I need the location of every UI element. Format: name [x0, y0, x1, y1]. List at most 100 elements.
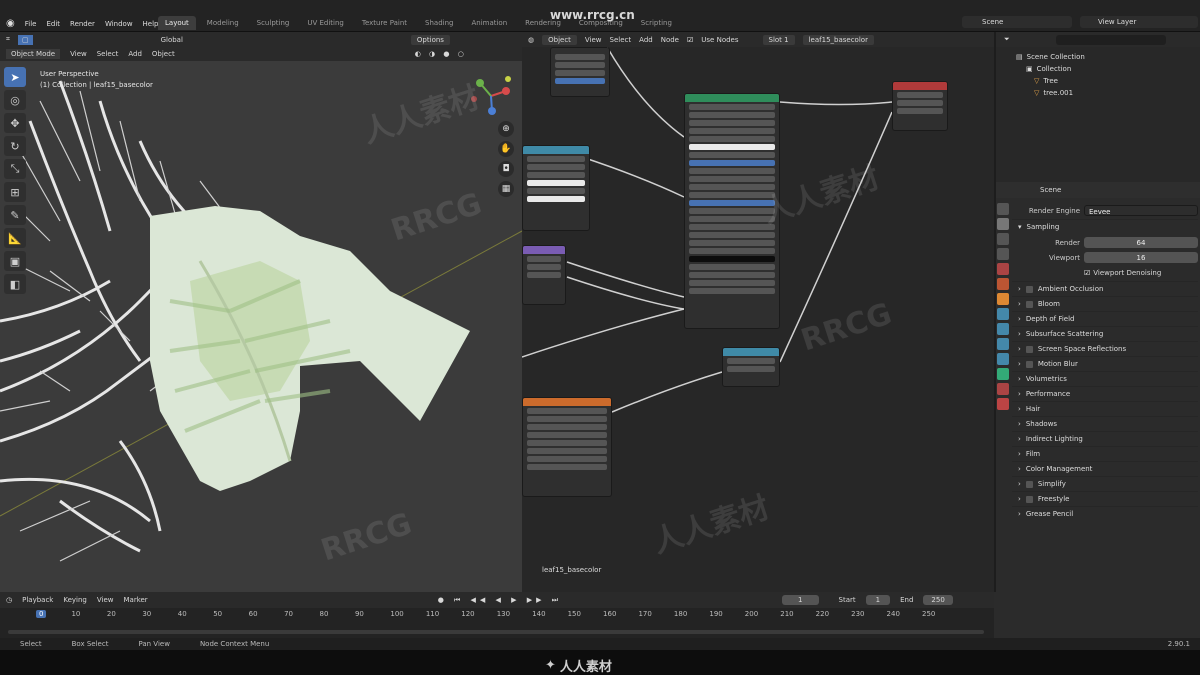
viewport-menu-object[interactable]: Object — [152, 50, 175, 58]
section-checkbox[interactable] — [1025, 480, 1033, 488]
output-tab-icon[interactable] — [997, 233, 1009, 245]
viewport-samples-field[interactable]: 16 — [1084, 252, 1198, 263]
view-layer-selector[interactable]: View Layer — [1080, 16, 1198, 28]
node-menu-select[interactable]: Select — [610, 36, 632, 44]
section-checkbox[interactable] — [1025, 300, 1033, 308]
timeline-scrollbar[interactable] — [8, 630, 984, 634]
render-section[interactable]: › Motion Blur — [1012, 356, 1198, 371]
render-section[interactable]: › Grease Pencil — [1012, 506, 1198, 521]
node-color-ramp[interactable] — [522, 145, 590, 231]
viewport-menu-view[interactable]: View — [70, 50, 87, 58]
timeline[interactable]: 0 10 20 30 40 50 60 70 80 90 100 110 120 130 140 150 160… — [0, 608, 994, 638]
tool-tab-icon[interactable] — [997, 203, 1009, 215]
tab-sculpting[interactable]: Sculpting — [250, 16, 297, 30]
world-tab-icon[interactable] — [997, 278, 1009, 290]
viewport-menu-select[interactable]: Select — [97, 50, 119, 58]
section-checkbox[interactable] — [1025, 495, 1033, 503]
outliner-item-collection[interactable]: ▣ Collection — [1016, 63, 1200, 75]
viewport-denoising-checkbox[interactable]: ☑ — [1084, 269, 1090, 277]
view-layer-tab-icon[interactable] — [997, 248, 1009, 260]
zoom-icon[interactable]: ⊕ — [498, 121, 514, 137]
node-editor-canvas[interactable]: leaf15_basecolor — [522, 47, 994, 592]
cursor-tool-icon[interactable]: ◎ — [4, 90, 26, 110]
outliner-item-tree[interactable]: ▽ Tree — [1016, 75, 1200, 87]
viewport-menu-add[interactable]: Add — [128, 50, 142, 58]
transform-tool-icon[interactable]: ⊞ — [4, 182, 26, 202]
render-section[interactable]: › Film — [1012, 446, 1198, 461]
scene-tab-icon[interactable] — [997, 263, 1009, 275]
material-tab-icon[interactable] — [997, 383, 1009, 395]
tab-layout[interactable]: Layout — [158, 16, 196, 30]
grid-toggle-icon[interactable]: ▦ — [498, 181, 514, 197]
render-section[interactable]: › Hair — [1012, 401, 1198, 416]
camera-icon[interactable]: ◘ — [498, 161, 514, 177]
render-section[interactable]: › Indirect Lighting — [1012, 431, 1198, 446]
use-nodes-checkbox[interactable]: ☑ — [687, 36, 693, 44]
node-material-output[interactable] — [892, 81, 948, 131]
render-section[interactable]: › Subsurface Scattering — [1012, 326, 1198, 341]
menu-window[interactable]: Window — [105, 20, 133, 28]
timeline-editor-icon[interactable]: ◷ — [6, 596, 12, 604]
modifier-tab-icon[interactable] — [997, 308, 1009, 320]
section-checkbox[interactable] — [1025, 345, 1033, 353]
end-frame-field[interactable]: 250 — [923, 595, 953, 605]
render-section[interactable]: › Ambient Occlusion — [1012, 281, 1198, 296]
shader-type-dropdown[interactable]: Object — [542, 34, 577, 45]
node-editor-type-icon[interactable]: ◍ — [528, 36, 534, 44]
start-frame-field[interactable]: 1 — [865, 595, 891, 605]
menu-file[interactable]: File — [25, 20, 37, 28]
annotate-tool-icon[interactable]: ✎ — [4, 205, 26, 225]
render-section[interactable]: › Performance — [1012, 386, 1198, 401]
scale-tool-icon[interactable]: ⤡ — [4, 159, 26, 179]
data-tab-icon[interactable] — [997, 368, 1009, 380]
move-tool-icon[interactable]: ✥ — [4, 113, 26, 133]
render-engine-dropdown[interactable]: Eevee — [1084, 205, 1198, 216]
render-section[interactable]: › Shadows — [1012, 416, 1198, 431]
extrude-tool-icon[interactable]: ◧ — [4, 274, 26, 294]
node-menu-add[interactable]: Add — [639, 36, 653, 44]
node-menu-node[interactable]: Node — [661, 36, 679, 44]
outliner-filter-icon[interactable]: ⏷ — [1004, 35, 1010, 44]
transform-orientation[interactable]: Global — [161, 36, 183, 44]
menu-edit[interactable]: Edit — [46, 20, 60, 28]
menu-render[interactable]: Render — [70, 20, 95, 28]
navigation-gizmo[interactable] — [468, 73, 514, 119]
add-cube-tool-icon[interactable]: ▣ — [4, 251, 26, 271]
playback-controls[interactable]: ● ⏮ ◀◀ ◀ ▶ ▶▶ ⏭ — [438, 596, 562, 605]
node-principled-bsdf[interactable] — [684, 93, 780, 329]
outliner-item-tree-001[interactable]: ▽ tree.001 — [1016, 87, 1200, 99]
section-checkbox[interactable] — [1025, 285, 1033, 293]
render-tab-icon[interactable] — [997, 218, 1009, 230]
tab-texture-paint[interactable]: Texture Paint — [355, 16, 414, 30]
shading-mode-icons[interactable]: ◐ ◑ ● ○ — [415, 50, 467, 58]
material-name-field[interactable]: leaf15_basecolor — [802, 34, 874, 45]
render-samples-field[interactable]: 64 — [1084, 237, 1198, 248]
node-image-texture[interactable] — [522, 397, 612, 497]
render-section[interactable]: › Volumetrics — [1012, 371, 1198, 386]
current-frame-field[interactable]: 1 — [782, 595, 819, 605]
node-mix[interactable] — [522, 245, 566, 305]
select-box-tool-icon[interactable]: ➤ — [4, 67, 26, 87]
sampling-section[interactable]: ▾ Sampling — [1012, 219, 1198, 234]
timeline-ruler[interactable]: 0 10 20 30 40 50 60 70 80 90 100 110 120 130 140 150 160… — [0, 610, 990, 622]
outliner-scene-collection[interactable]: ▤ Scene Collection — [1016, 51, 1200, 63]
options-button[interactable]: Options — [410, 34, 450, 45]
tab-shading[interactable]: Shading — [418, 16, 460, 30]
timeline-menu-view[interactable]: View — [97, 596, 114, 604]
slot-dropdown[interactable]: Slot 1 — [762, 34, 795, 45]
timeline-menu-keying[interactable]: Keying — [63, 596, 87, 604]
object-mode-dropdown[interactable]: Object Mode — [6, 49, 61, 59]
timeline-menu-playback[interactable]: Playback — [22, 596, 53, 604]
3d-viewport[interactable]: User Perspective (1) Collection | leaf15… — [0, 61, 522, 592]
texture-tab-icon[interactable] — [997, 398, 1009, 410]
select-mode-icon[interactable]: ▢ — [17, 34, 33, 45]
render-section[interactable]: › Freestyle — [1012, 491, 1198, 506]
constraints-tab-icon[interactable] — [997, 353, 1009, 365]
particles-tab-icon[interactable] — [997, 323, 1009, 335]
node-normal-map[interactable] — [722, 347, 780, 387]
node-mapping[interactable] — [550, 47, 610, 97]
timeline-menu-marker[interactable]: Marker — [123, 596, 147, 604]
scene-selector[interactable]: Scene — [962, 16, 1072, 28]
object-tab-icon[interactable] — [997, 293, 1009, 305]
pan-hand-icon[interactable]: ✋ — [498, 141, 514, 157]
